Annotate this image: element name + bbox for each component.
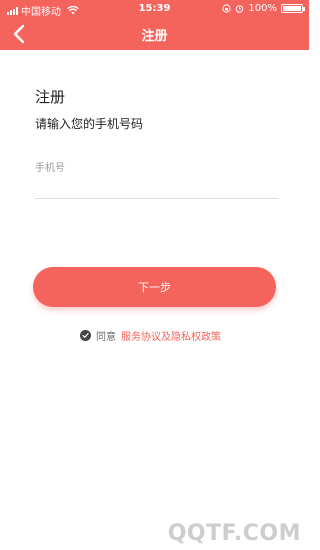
check-icon — [82, 333, 89, 339]
next-step-button[interactable]: 下一步 — [33, 267, 276, 307]
nav-bar: 注册 — [0, 18, 309, 50]
page-title: 注册 — [35, 88, 66, 106]
alarm-icon — [236, 5, 244, 13]
header-bar: 中国移动 15:39 100% 注册 — [0, 0, 309, 50]
status-right: 100% — [222, 3, 305, 14]
orientation-lock-icon — [222, 4, 232, 13]
nav-title: 注册 — [141, 29, 168, 44]
agree-checkbox[interactable] — [80, 330, 91, 341]
agreement-row: 同意 服务协议及隐私权政策 — [80, 328, 221, 343]
battery-icon — [281, 4, 305, 13]
status-bar: 中国移动 15:39 100% — [0, 0, 309, 18]
page-subtitle: 请输入您的手机号码 — [35, 117, 144, 131]
watermark-logo: QQTF.COM — [167, 521, 301, 546]
service-agreement-link[interactable]: 服务协议及隐私权政策 — [121, 328, 221, 343]
phone-number-input[interactable] — [35, 153, 278, 199]
battery-fill — [283, 6, 301, 11]
battery-percent: 100% — [248, 3, 277, 14]
agree-label: 同意 — [96, 332, 116, 343]
